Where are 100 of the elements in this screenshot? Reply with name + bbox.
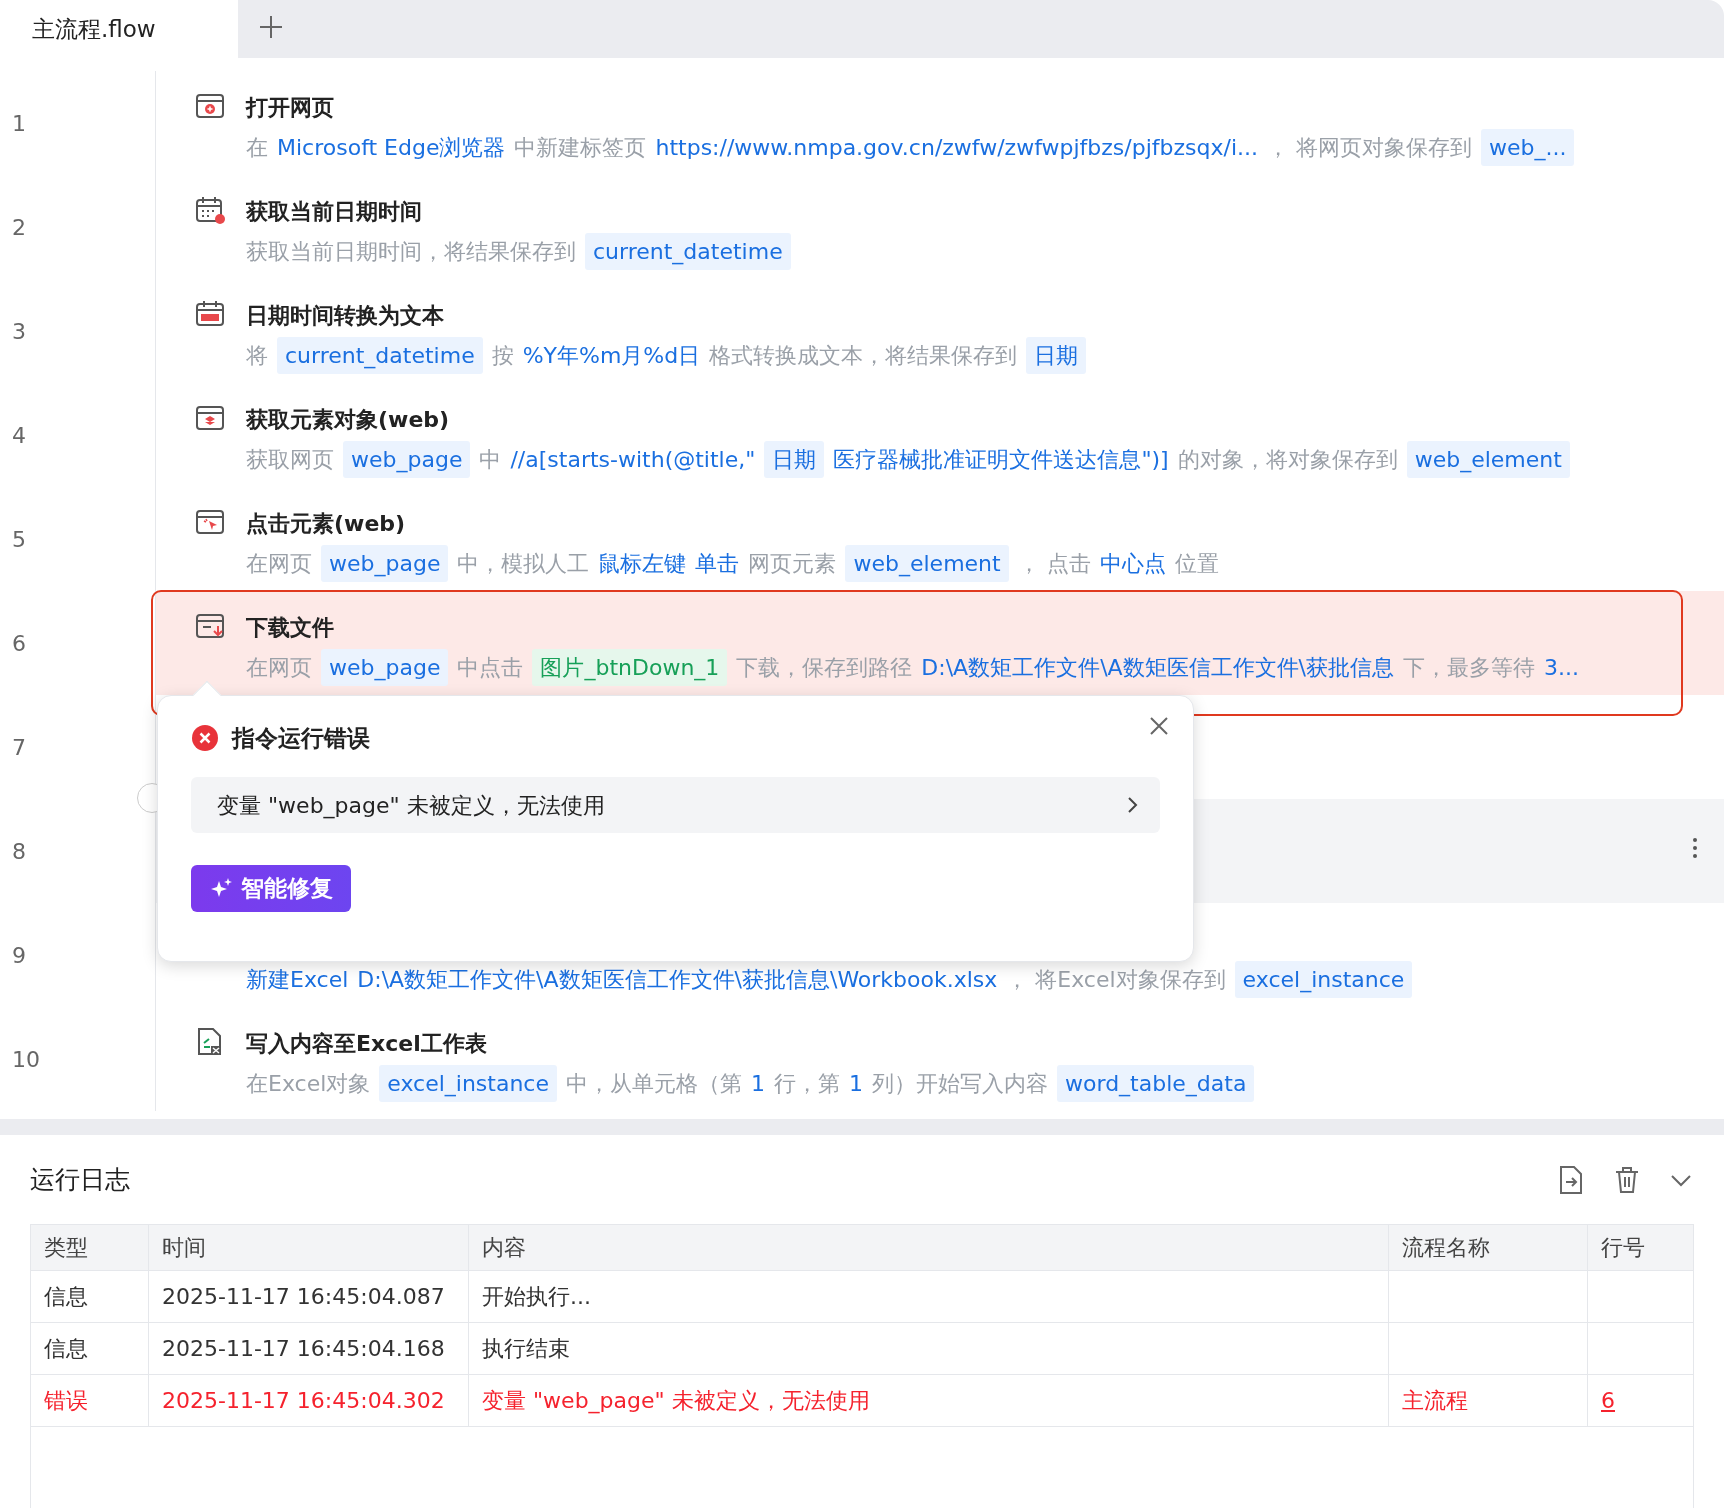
error-icon [191, 724, 219, 752]
variable-chip: excel_instance [379, 1065, 557, 1102]
description-text: 在网页 [246, 550, 312, 578]
step-row[interactable]: 获取元素对象(web) 获取网页 web_page 中 //a[starts-with(@title," 日期 医疗器械批准证明文件送达信息")] 的对象，将对象保存到 web_element [156, 383, 1724, 487]
description-text: 在 [246, 134, 268, 162]
description-text: 中，从单元格（第 [566, 1070, 742, 1098]
description-text: 下，最多等待 [1403, 654, 1536, 682]
variable-chip: word_table_data [1057, 1065, 1255, 1102]
step-title: 下载文件 [246, 613, 334, 642]
description-text: 获取当前日期时间，将结果保存到 [246, 238, 576, 266]
description-text: 网页元素 [748, 550, 837, 578]
parameter-value: 中心点 [1099, 550, 1166, 578]
line-number: 4 [12, 421, 26, 450]
variable-chip: web_element [1406, 441, 1570, 478]
description-text: 在Excel对象 [246, 1070, 371, 1098]
file-tab[interactable]: 主流程.flow [0, 0, 238, 58]
parameter-value: //a[starts-with(@title," [510, 446, 756, 474]
table-cell-text: 错误 [44, 1387, 88, 1415]
line-number: 7 [12, 733, 26, 762]
description-text: 将 [246, 342, 268, 370]
line-number: 1 [12, 109, 26, 138]
parameter-value: 1 [751, 1070, 765, 1098]
variable-chip: current_datetime [277, 337, 483, 374]
line-number: 10 [12, 1045, 40, 1074]
step-row[interactable]: 点击元素(web) 在网页 web_page 中，模拟人工 鼠标左键 单击 网页元素 web_element ， 点击 中心点 位置 [156, 487, 1724, 591]
table-cell-text: 主流程 [1402, 1387, 1468, 1415]
description-text: 的对象，将对象保存到 [1177, 446, 1398, 474]
table-cell-text: 变量 "web_page" 未被定义，无法使用 [482, 1387, 870, 1416]
browser-download-icon [194, 611, 226, 641]
table-cell-text: 信息 [44, 1335, 88, 1363]
description-text: ， 将网页对象保存到 [1267, 134, 1472, 162]
table-cell-text: 执行结束 [482, 1335, 570, 1363]
step-row[interactable]: 获取当前日期时间 获取当前日期时间，将结果保存到 current_datetime [156, 175, 1724, 279]
variable-chip: 日期 [1026, 337, 1087, 374]
description-text: 按 [491, 342, 514, 370]
description-text: 中新建标签页 [514, 134, 647, 162]
step-title: 点击元素(web) [246, 509, 406, 538]
step-row[interactable]: 日期时间转换为文本 将 current_datetime 按 %Y年%m月%d日 格式转换成文本，将结果保存到 日期 [156, 279, 1724, 383]
line-number: 5 [12, 525, 26, 554]
description-text: 在网页 [246, 654, 312, 682]
description-text: 位置 [1174, 550, 1219, 578]
step-title: 写入内容至Excel工作表 [246, 1029, 487, 1058]
line-number: 6 [12, 629, 26, 658]
table-cell-text: 2025-11-17 16:45:04.087 [162, 1283, 445, 1311]
line-number: 9 [12, 941, 26, 970]
variable-chip: excel_instance [1234, 961, 1413, 998]
calendar-icon [194, 299, 226, 329]
parameter-value: 单击 [695, 550, 740, 578]
calendar-clock-icon [194, 195, 226, 225]
step-row[interactable]: 打开网页 在 Microsoft Edge浏览器 中新建标签页 https://www.nmpa.gov.cn/zwfw/zwfwpjfbzs/pjfbzsqx/i... ， 将网页对象保存到 web_... [156, 71, 1724, 175]
error-step-row[interactable]: 下载文件 在网页 web_page 中点击 图片_btnDown_1 下载，保存到路径 D:\A数矩工作文件\A数矩医信工作文件\获批信息 下，最多等待 3... [156, 591, 1724, 695]
description-text: 行，第 [774, 1070, 840, 1098]
browser-icon [194, 91, 226, 121]
column-header: 内容 [469, 1225, 1389, 1270]
variable-chip: web_element [845, 545, 1009, 582]
step-row[interactable]: 写入内容至Excel工作表 在Excel对象 excel_instance 中，从单元格（第 1 行，第 1 列）开始写入内容 word_table_data [156, 1007, 1724, 1111]
line-number: 8 [12, 837, 26, 866]
chevron-down-icon[interactable] [1670, 1172, 1692, 1187]
parameter-value: 新建Excel [246, 966, 349, 994]
table-cell-text: 信息 [44, 1283, 88, 1311]
variable-chip: current_datetime [585, 233, 791, 270]
parameter-value: 鼠标左键 [598, 550, 687, 578]
step-title: 日期时间转换为文本 [246, 301, 444, 330]
description-text: 下载，保存到路径 [736, 654, 913, 682]
line-link[interactable]: 6 [1601, 1384, 1615, 1417]
parameter-value: %Y年%m月%d日 [522, 342, 701, 370]
browser-icon [194, 403, 226, 433]
popover-title: 指令运行错误 [232, 723, 370, 753]
browser-cursor-icon [194, 507, 226, 537]
description-text: 中 [479, 446, 502, 474]
trash-icon[interactable] [1614, 1165, 1640, 1194]
description-text: 列）开始写入内容 [872, 1070, 1048, 1098]
description-text: ， 点击 [1017, 550, 1091, 578]
variable-chip: 日期 [764, 441, 825, 478]
step-title: 获取当前日期时间 [246, 197, 422, 226]
smart-fix-button[interactable]: 智能修复 [191, 865, 351, 912]
parameter-value: 3... [1544, 654, 1579, 682]
column-header: 时间 [149, 1225, 469, 1270]
error-message: 变量 "web_page" 未被定义，无法使用 [217, 791, 605, 821]
column-header: 行号 [1600, 1234, 1646, 1262]
variable-chip: web_page [321, 545, 449, 582]
column-header: 流程名称 [1389, 1225, 1588, 1270]
plus-icon[interactable] [258, 14, 284, 40]
chevron-right-icon [1126, 796, 1138, 814]
step-title: 获取元素对象(web) [246, 405, 450, 434]
error-message-row[interactable]: 变量 "web_page" 未被定义，无法使用 [191, 777, 1160, 833]
variable-chip: web_page [343, 441, 471, 478]
more-icon[interactable] [1692, 837, 1698, 859]
line-number: 3 [12, 317, 26, 346]
description-text: 中点击 [457, 654, 524, 682]
parameter-value: 1 [849, 1070, 863, 1098]
table-cell-text: 2025-11-17 16:45:04.168 [162, 1335, 445, 1363]
description-text: 格式转换成文本，将结果保存到 [709, 342, 1018, 370]
step-title: 打开网页 [246, 93, 334, 122]
export-icon[interactable] [1558, 1164, 1584, 1195]
parameter-value: D:\A数矩工作文件\A数矩医信工作文件\获批信息 [921, 654, 1395, 682]
table-cell-text: 开始执行... [482, 1283, 591, 1311]
close-icon[interactable] [1149, 716, 1169, 736]
parameter-value: 医疗器械批准证明文件送达信息")] [833, 446, 1169, 474]
variable-chip: web_... [1481, 129, 1575, 166]
